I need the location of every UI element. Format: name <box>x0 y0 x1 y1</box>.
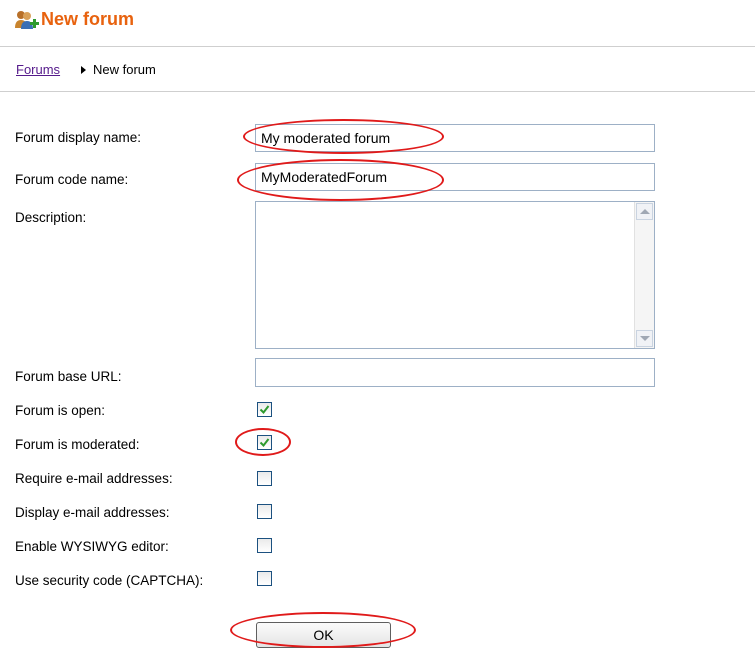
page-title: New forum <box>41 9 135 29</box>
enable-wysiwyg-checkbox[interactable] <box>257 538 272 553</box>
ok-button[interactable]: OK <box>256 622 391 648</box>
enable-wysiwyg-label: Enable WYSIWYG editor: <box>15 539 169 554</box>
forum-moderated-checkbox[interactable] <box>257 435 272 450</box>
users-add-icon <box>15 11 39 29</box>
display-email-label: Display e-mail addresses: <box>15 505 170 520</box>
forum-code-name-label: Forum code name: <box>15 172 129 187</box>
captcha-label: Use security code (CAPTCHA): <box>15 573 204 588</box>
description-label: Description: <box>15 210 87 225</box>
captcha-checkbox[interactable] <box>257 571 272 586</box>
forum-code-name-input[interactable] <box>255 163 655 191</box>
require-email-label: Require e-mail addresses: <box>15 471 173 486</box>
breadcrumb-arrow-icon <box>81 66 86 74</box>
forum-open-checkbox[interactable] <box>257 402 272 417</box>
forum-moderated-label: Forum is moderated: <box>15 437 140 452</box>
forum-display-name-label: Forum display name: <box>15 130 142 145</box>
scroll-up-icon[interactable] <box>636 203 653 220</box>
description-textarea[interactable] <box>255 201 655 349</box>
display-email-checkbox[interactable] <box>257 504 272 519</box>
forum-base-url-label: Forum base URL: <box>15 369 122 384</box>
breadcrumb-current: New forum <box>93 62 156 77</box>
scroll-down-icon[interactable] <box>636 330 653 347</box>
description-scrollbar[interactable] <box>634 202 654 348</box>
checkmark-icon <box>259 438 270 448</box>
forum-base-url-input[interactable] <box>255 358 655 387</box>
checkmark-icon <box>259 405 270 415</box>
forum-open-label: Forum is open: <box>15 403 106 418</box>
page-header: New forum <box>0 0 755 47</box>
breadcrumb: Forums New forum <box>0 47 755 92</box>
forum-display-name-input[interactable] <box>255 124 655 152</box>
require-email-checkbox[interactable] <box>257 471 272 486</box>
breadcrumb-link-forums[interactable]: Forums <box>16 62 60 77</box>
